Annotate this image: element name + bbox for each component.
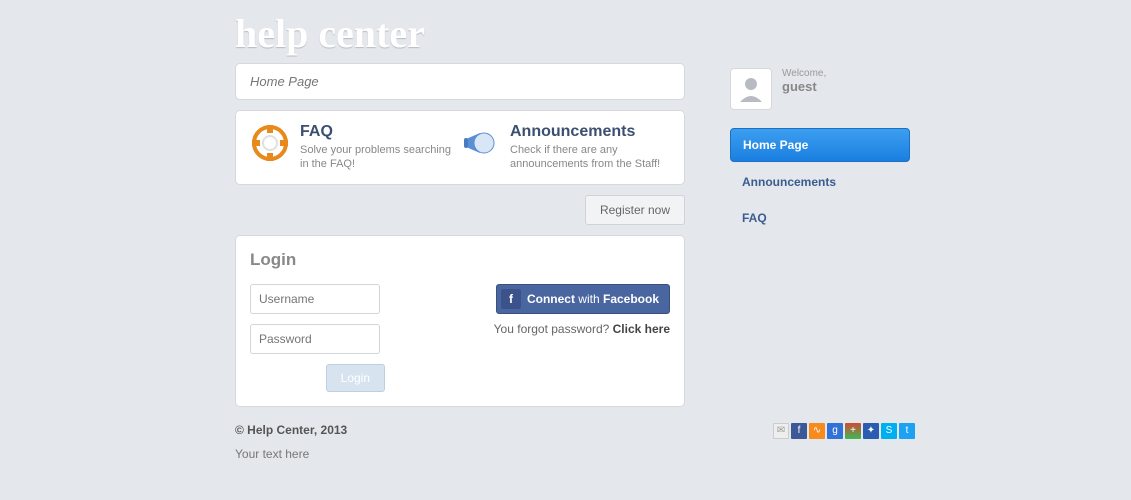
- fb-prefix: Connect: [527, 292, 575, 306]
- tile-faq[interactable]: FAQ Solve your problems searching in the…: [250, 123, 460, 172]
- username-input[interactable]: [250, 284, 380, 314]
- nav-faq[interactable]: FAQ: [730, 202, 910, 234]
- breadcrumb: Home Page: [236, 64, 684, 99]
- fb-brand: Facebook: [603, 292, 659, 306]
- register-button[interactable]: Register now: [585, 195, 685, 225]
- tile-faq-title: FAQ: [300, 123, 460, 141]
- rss-icon[interactable]: ∿: [809, 423, 825, 439]
- gplus-icon[interactable]: +: [845, 423, 861, 439]
- social-icons: ✉ f ∿ g + ✦ S t: [773, 423, 915, 461]
- skype-icon[interactable]: S: [881, 423, 897, 439]
- breadcrumb-panel: Home Page: [235, 63, 685, 100]
- nav-home[interactable]: Home Page: [730, 128, 910, 162]
- tile-faq-desc: Solve your problems searching in the FAQ…: [300, 143, 460, 172]
- user-box: Welcome, guest: [730, 68, 910, 110]
- twitter-icon[interactable]: t: [899, 423, 915, 439]
- tiles-panel: FAQ Solve your problems searching in the…: [235, 110, 685, 185]
- google-icon[interactable]: g: [827, 423, 843, 439]
- myspace-icon[interactable]: ✦: [863, 423, 879, 439]
- welcome-label: Welcome,: [782, 68, 826, 79]
- sidebar-nav: Home Page Announcements FAQ: [730, 128, 910, 234]
- password-input[interactable]: [250, 324, 380, 354]
- facebook-connect-button[interactable]: f Connect with Facebook: [496, 284, 670, 314]
- tile-announcements[interactable]: Announcements Check if there are any ann…: [460, 123, 670, 172]
- footer-copyright: © Help Center, 2013: [235, 423, 347, 437]
- forgot-password-link[interactable]: Click here: [613, 322, 670, 336]
- login-button[interactable]: Login: [326, 364, 385, 392]
- facebook-social-icon[interactable]: f: [791, 423, 807, 439]
- login-panel: Login Login f Connect with Facebook You …: [235, 235, 685, 407]
- nav-announcements[interactable]: Announcements: [730, 166, 910, 198]
- avatar: [730, 68, 772, 110]
- tile-ann-desc: Check if there are any announcements fro…: [510, 143, 670, 172]
- username-label: guest: [782, 79, 826, 94]
- site-logo: help center: [235, 10, 685, 57]
- footer-text: Your text here: [235, 447, 347, 461]
- email-icon[interactable]: ✉: [773, 423, 789, 439]
- lifebuoy-icon: [250, 123, 290, 163]
- megaphone-icon: [460, 123, 500, 163]
- facebook-icon: f: [501, 289, 521, 309]
- fb-mid: with: [575, 292, 603, 306]
- forgot-text: You forgot password?: [494, 322, 613, 336]
- tile-ann-title: Announcements: [510, 123, 670, 141]
- login-title: Login: [250, 250, 670, 270]
